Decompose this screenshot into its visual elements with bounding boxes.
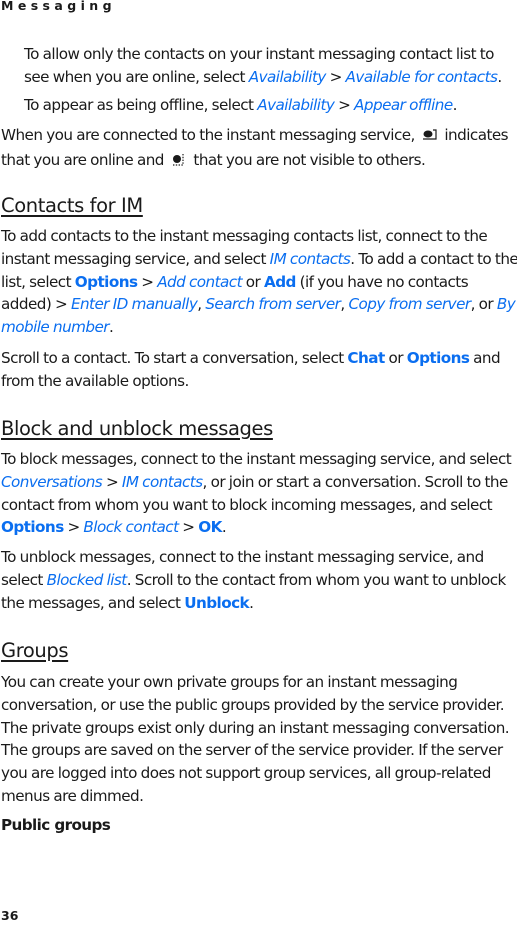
key-unblock: Unblock (184, 593, 250, 612)
text: or (384, 349, 407, 367)
text: . (108, 318, 114, 337)
availability-contacts-paragraph: To allow only the contacts on your insta… (24, 43, 517, 89)
start-conversation-paragraph: Scroll to a contact. To start a conversa… (1, 347, 517, 393)
text: . (221, 518, 227, 537)
menu-add-contact: Add contact (157, 272, 242, 291)
text: > (63, 518, 84, 537)
page-number: 36 (1, 908, 19, 923)
menu-search-from-server: Search from server (205, 295, 341, 314)
text: To block messages, connect to the instan… (1, 450, 512, 468)
section-heading-block-and-unblock: Block and unblock messages (1, 417, 273, 440)
menu-enter-id-manually: Enter ID manually (70, 295, 198, 314)
key-options: Options (74, 272, 138, 291)
section-heading-groups: Groups (1, 639, 69, 662)
manual-page: Messaging To allow only the contacts on … (0, 0, 517, 925)
text: . (497, 67, 502, 86)
block-messages-paragraph: To block messages, connect to the instan… (1, 448, 517, 539)
menu-availability: Availability (248, 67, 327, 86)
text: Scroll to a contact. To start a conversa… (1, 349, 348, 367)
text: > (325, 67, 346, 86)
text: that you are not visible to others. (189, 150, 426, 169)
status-icons-paragraph: When you are connected to the instant me… (1, 124, 517, 174)
text: . (249, 593, 254, 612)
text: > (334, 96, 355, 114)
groups-paragraph: You can create your own private groups f… (1, 673, 510, 805)
key-chat: Chat (347, 349, 385, 367)
subheading-public-groups: Public groups (1, 816, 111, 834)
text: . (452, 96, 458, 114)
text: When you are connected to the instant me… (1, 126, 419, 144)
menu-block-contact: Block contact (83, 518, 179, 537)
text: > (137, 272, 158, 291)
text: or (241, 272, 264, 291)
menu-im-contacts: IM contacts (121, 472, 203, 491)
section-heading-contacts-for-im: Contacts for IM (1, 194, 143, 217)
key-add: Add (263, 272, 296, 291)
text: , or (470, 295, 497, 314)
menu-im-contacts: IM contacts (269, 249, 351, 268)
im-online-status-icon (422, 126, 438, 149)
menu-conversations: Conversations (1, 472, 103, 491)
menu-copy-from-server: Copy from server (348, 295, 471, 314)
add-contacts-paragraph: To add contacts to the instant messaging… (1, 225, 517, 339)
text: > (102, 472, 122, 491)
im-invisible-status-icon (171, 151, 187, 174)
key-options: Options (406, 349, 470, 367)
menu-availability: Availability (257, 96, 335, 114)
menu-blocked-list: Blocked list (46, 570, 128, 589)
key-ok: OK (198, 518, 222, 537)
unblock-messages-paragraph: To unblock messages, connect to the inst… (1, 546, 517, 614)
menu-available-for-contacts: Available for contacts (345, 67, 498, 86)
appear-offline-paragraph: To appear as being offline, select Avail… (24, 94, 517, 117)
text: > (178, 518, 199, 537)
menu-appear-offline: Appear offline (354, 96, 453, 114)
running-head: Messaging (1, 0, 116, 13)
text: To appear as being offline, select (24, 96, 258, 114)
key-options: Options (1, 518, 64, 537)
